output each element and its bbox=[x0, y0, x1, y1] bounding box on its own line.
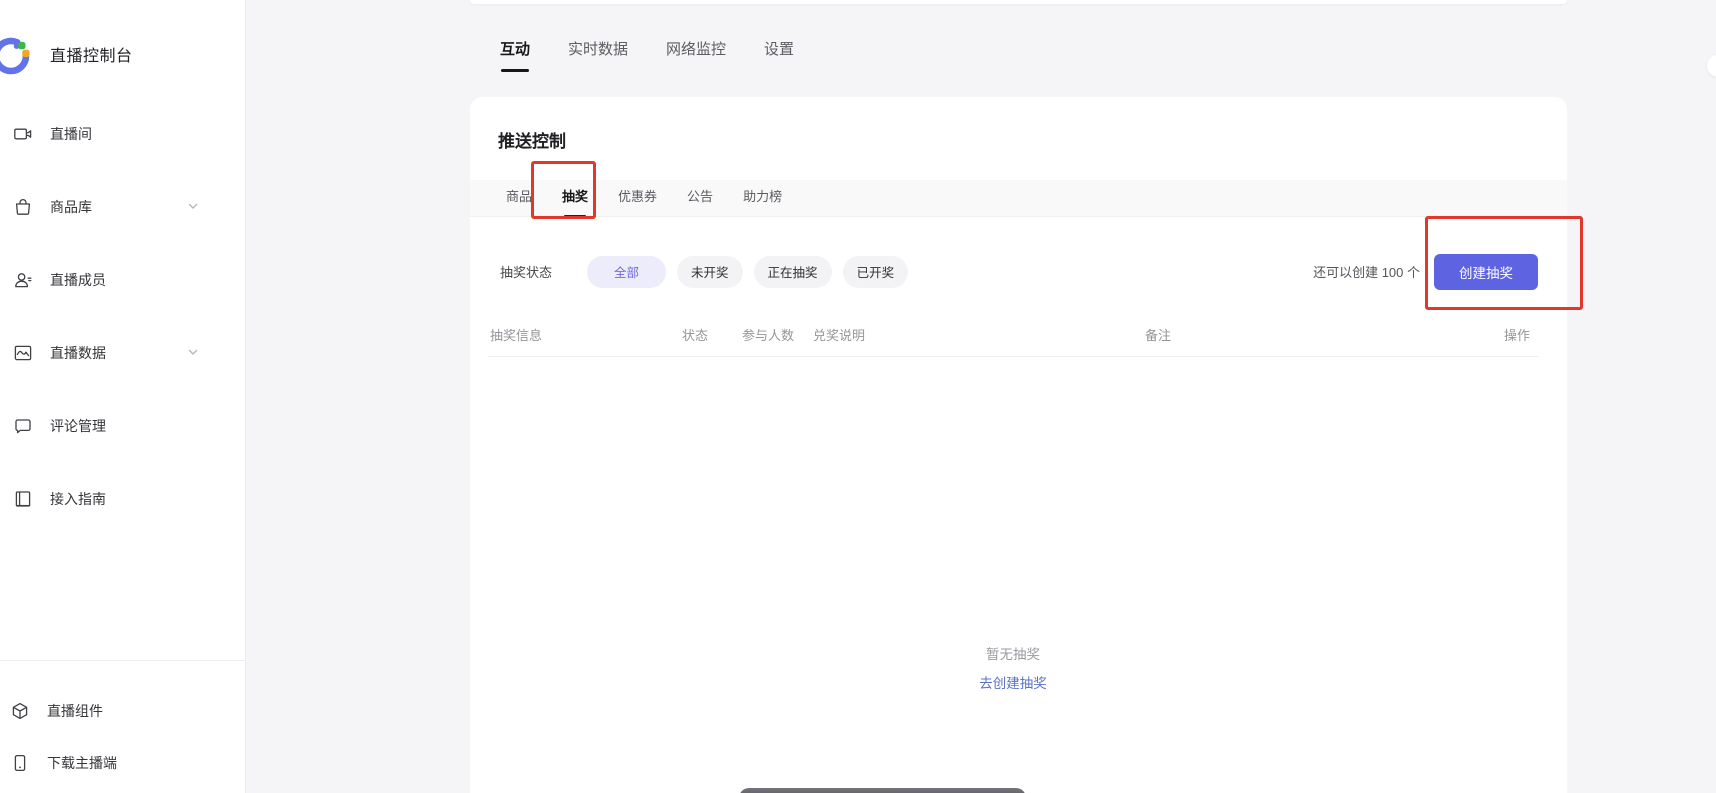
sidebar-item-live-members[interactable]: 直播成员 bbox=[0, 260, 245, 300]
column-redeem-instructions: 兑奖说明 bbox=[813, 325, 865, 344]
console-tabs: 互动 实时数据 网络监控 设置 bbox=[500, 38, 794, 65]
member-icon bbox=[13, 270, 33, 290]
sidebar-item-label: 直播间 bbox=[50, 124, 92, 144]
sidebar-item-live-room[interactable]: 直播间 bbox=[0, 114, 245, 154]
sidebar-item-label: 接入指南 bbox=[50, 489, 106, 509]
sidebar-item-product-library[interactable]: 商品库 bbox=[0, 187, 245, 227]
empty-state: 暂无抽奖 去创建抽奖 bbox=[488, 643, 1538, 693]
pill-all[interactable]: 全部 bbox=[587, 256, 666, 288]
sidebar-item-live-data[interactable]: 直播数据 bbox=[0, 333, 245, 373]
pill-not-drawn[interactable]: 未开奖 bbox=[677, 256, 743, 288]
sidebar-item-comment-management[interactable]: 评论管理 bbox=[0, 406, 245, 446]
sidebar-item-label: 商品库 bbox=[50, 197, 92, 217]
guide-book-icon bbox=[13, 489, 33, 509]
create-lottery-button[interactable]: 创建抽奖 bbox=[1434, 254, 1538, 290]
tab-interaction[interactable]: 互动 bbox=[500, 38, 530, 65]
camera-icon bbox=[13, 124, 33, 144]
previous-card-bottom-edge bbox=[470, 0, 1567, 4]
filter-label: 抽奖状态 bbox=[500, 262, 552, 281]
column-actions: 操作 bbox=[1504, 325, 1530, 344]
sidebar: 直播控制台 直播间 商品库 bbox=[0, 0, 246, 793]
app-title: 直播控制台 bbox=[50, 42, 133, 66]
subtab-boost-ranking[interactable]: 助力榜 bbox=[736, 186, 789, 205]
empty-state-text: 暂无抽奖 bbox=[488, 643, 1538, 663]
sidebar-item-label: 直播组件 bbox=[47, 701, 103, 721]
sidebar-item-label: 评论管理 bbox=[50, 416, 106, 436]
sidebar-item-label: 下载主播端 bbox=[47, 753, 117, 773]
pill-drawn[interactable]: 已开奖 bbox=[843, 256, 909, 288]
comment-icon bbox=[13, 416, 33, 436]
panel-title: 推送控制 bbox=[498, 127, 566, 152]
bottom-dock-bar[interactable] bbox=[739, 788, 1026, 793]
tab-realtime-data[interactable]: 实时数据 bbox=[568, 38, 628, 65]
lottery-filter-row: 抽奖状态 全部 未开奖 正在抽奖 已开奖 还可以创建 100 个 创建抽奖 bbox=[470, 253, 1567, 290]
bag-icon bbox=[13, 197, 33, 217]
cube-icon bbox=[10, 701, 30, 721]
sidebar-item-label: 直播数据 bbox=[50, 343, 106, 363]
subtab-coupons[interactable]: 优惠券 bbox=[611, 186, 664, 205]
column-remarks: 备注 bbox=[1145, 325, 1171, 344]
pill-drawing[interactable]: 正在抽奖 bbox=[754, 256, 832, 288]
app-logo-icon bbox=[0, 30, 35, 78]
column-status: 状态 bbox=[682, 325, 708, 344]
sidebar-item-label: 直播成员 bbox=[50, 270, 106, 290]
floating-helper-button[interactable] bbox=[1707, 55, 1716, 77]
sidebar-menu: 直播间 商品库 直播成员 直播数据 bbox=[0, 114, 245, 552]
push-control-panel: 推送控制 商品 抽奖 优惠券 公告 助力榜 抽奖状态 全部 未开奖 正在抽奖 已… bbox=[470, 97, 1567, 793]
logo-row: 直播控制台 bbox=[0, 30, 245, 74]
tab-settings[interactable]: 设置 bbox=[764, 38, 794, 65]
main-content: 互动 实时数据 网络监控 设置 推送控制 商品 抽奖 优惠券 公告 助力榜 抽奖… bbox=[246, 0, 1716, 793]
column-participants: 参与人数 bbox=[742, 325, 794, 344]
sidebar-item-download-host-client[interactable]: 下载主播端 bbox=[0, 744, 245, 782]
chevron-down-icon bbox=[187, 346, 199, 358]
live-console-screen: 直播控制台 直播间 商品库 bbox=[0, 0, 1716, 793]
status-filter-pills: 全部 未开奖 正在抽奖 已开奖 bbox=[587, 256, 908, 288]
remaining-quota-text: 还可以创建 100 个 bbox=[1313, 262, 1420, 281]
chevron-down-icon bbox=[187, 200, 199, 212]
sidebar-divider bbox=[0, 660, 245, 661]
phone-icon bbox=[10, 753, 30, 773]
subtab-announcement[interactable]: 公告 bbox=[680, 186, 720, 205]
sidebar-item-live-components[interactable]: 直播组件 bbox=[0, 692, 245, 730]
tab-network-monitor[interactable]: 网络监控 bbox=[666, 38, 726, 65]
chart-icon bbox=[13, 343, 33, 363]
lottery-table-header: 抽奖信息 状态 参与人数 兑奖说明 备注 操作 bbox=[488, 318, 1538, 357]
subtab-products[interactable]: 商品 bbox=[499, 186, 539, 205]
go-create-lottery-link[interactable]: 去创建抽奖 bbox=[979, 672, 1047, 692]
column-lottery-info: 抽奖信息 bbox=[490, 325, 542, 344]
sidebar-item-access-guide[interactable]: 接入指南 bbox=[0, 479, 245, 519]
subtab-lottery[interactable]: 抽奖 bbox=[555, 186, 595, 205]
push-type-tabbar: 商品 抽奖 优惠券 公告 助力榜 bbox=[470, 180, 1567, 217]
